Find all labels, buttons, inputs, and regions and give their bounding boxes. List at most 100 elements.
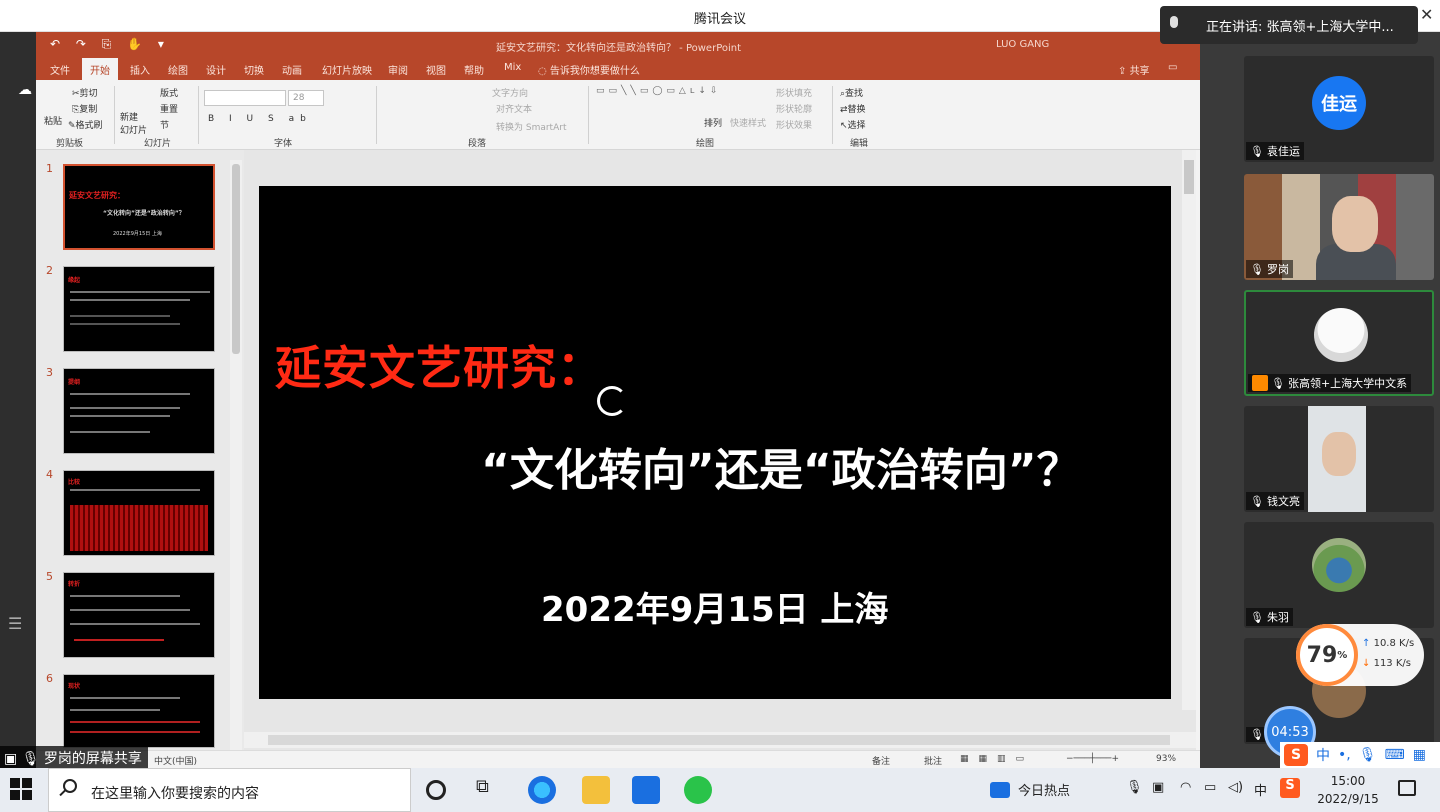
tell-me-box[interactable]: ◌ 告诉我你想要做什么	[538, 62, 640, 77]
language-status[interactable]: 中文(中国)	[154, 754, 197, 767]
slide-thumbnail-2[interactable]: 缘起	[63, 266, 215, 352]
tab-slideshow[interactable]: 幻灯片放映	[322, 62, 372, 77]
close-icon[interactable]: ✕	[1420, 5, 1433, 24]
tab-file[interactable]: 文件	[50, 62, 70, 77]
list-menu-icon[interactable]: ☰	[8, 614, 22, 633]
align-text-button[interactable]: 对齐文本	[496, 102, 532, 115]
taskbar-search-box[interactable]: 在这里输入你要搜索的内容	[48, 768, 411, 812]
replace-button[interactable]: ⇄替换	[840, 102, 866, 115]
thumb-title: 提纲	[68, 379, 81, 386]
task-view-icon[interactable]: ⧉	[476, 776, 504, 804]
tab-help[interactable]: 帮助	[464, 62, 484, 77]
tab-design[interactable]: 设计	[206, 62, 226, 77]
text-direction-button[interactable]: 文字方向	[492, 86, 528, 99]
participant-tile[interactable]: 🎙 朱羽	[1244, 522, 1434, 628]
user-name[interactable]: LUO GANG	[996, 39, 1049, 50]
mic-tray-icon[interactable]: 🎙	[1126, 780, 1143, 795]
tab-view[interactable]: 视图	[426, 62, 446, 77]
shape-fill-button[interactable]: 形状填充	[776, 86, 812, 99]
down-arrow-icon: ↓	[1362, 658, 1371, 669]
tray-app-icon[interactable]: ▣	[1152, 780, 1164, 795]
slide-thumbnail-5[interactable]: 转折	[63, 572, 215, 658]
comments-icon[interactable]: ▭	[1168, 62, 1177, 73]
battery-icon[interactable]: ▭	[1204, 780, 1216, 795]
tab-draw[interactable]: 绘图	[168, 62, 188, 77]
new-slide-button[interactable]: 新建 幻灯片	[120, 110, 150, 136]
slide-thumbnail-6[interactable]: 现状	[63, 674, 215, 748]
slide-title: 延安文艺研究：	[275, 341, 604, 395]
keyboard-icon[interactable]: ⌨	[1385, 747, 1405, 763]
quick-styles-button[interactable]: 快速样式	[730, 116, 766, 129]
cut-button[interactable]: ✂剪切	[72, 86, 98, 99]
ime-mode[interactable]: 中	[1316, 745, 1330, 765]
punctuation-icon[interactable]: •,	[1338, 747, 1351, 763]
download-unit: K/s	[1395, 658, 1411, 669]
tab-animations[interactable]: 动画	[282, 62, 302, 77]
smartart-button[interactable]: 转换为 SmartArt	[496, 120, 566, 133]
select-button[interactable]: ↖选择	[840, 118, 866, 131]
zoom-level[interactable]: 93%	[1156, 754, 1176, 764]
participant-tile-active[interactable]: 🎙 张高领+上海大学中文系	[1244, 290, 1434, 396]
tab-review[interactable]: 审阅	[388, 62, 408, 77]
paste-button[interactable]: 粘贴	[44, 114, 62, 127]
notification-center-icon[interactable]	[1398, 780, 1416, 796]
news-widget[interactable]: 今日热点	[990, 780, 1070, 799]
tencent-meeting-icon[interactable]	[632, 776, 660, 804]
slide-thumbnail-4[interactable]: 比较	[63, 470, 215, 556]
shapes-gallery[interactable]: ▭▭╲╲▭◯▭△ʟ↓⇩	[596, 86, 722, 96]
current-slide[interactable]: 延安文艺研究： “文化转向”还是“政治转向”？ 2022年9月15日 上海	[259, 186, 1171, 699]
slide-number: 4	[46, 468, 53, 481]
system-clock[interactable]: 15:00 2022/9/15	[1312, 772, 1384, 808]
volume-icon[interactable]: ◁)	[1228, 780, 1243, 795]
tab-home[interactable]: 开始	[82, 58, 118, 80]
horizontal-scrollbar[interactable]	[244, 732, 1196, 748]
toolbox-icon[interactable]: ▦	[1413, 747, 1426, 763]
replace-label: 替换	[847, 105, 866, 115]
notes-button[interactable]: 备注	[872, 754, 890, 767]
edge-browser-icon[interactable]	[528, 776, 556, 804]
find-button[interactable]: ⌕查找	[840, 86, 863, 99]
thumb-title: 延安文艺研究：	[69, 191, 125, 200]
powerpoint-title-bar: ↶ ↷ ⎘ ✋ ▾ 延安文艺研究：文化转向还是政治转向？ - PowerPoin…	[36, 32, 1200, 58]
tab-insert[interactable]: 插入	[130, 62, 150, 77]
sogou-tray-icon[interactable]: S	[1280, 778, 1300, 798]
windows-start-icon[interactable]	[10, 778, 32, 800]
thumbnail-scrollbar[interactable]	[230, 160, 242, 750]
font-format-buttons[interactable]: B I U S ab	[208, 114, 312, 124]
thumb-title: 缘起	[68, 277, 81, 284]
share-button[interactable]: ⇪ 共享	[1118, 62, 1150, 77]
wechat-icon[interactable]	[684, 776, 712, 804]
speaking-banner[interactable]: 正在讲话: 张高领+上海大学中...	[1160, 6, 1418, 44]
participant-tile[interactable]: 🎙 罗岗	[1244, 174, 1434, 280]
view-buttons[interactable]: ▦▦▥▭	[960, 754, 1034, 764]
shape-outline-button[interactable]: 形状轮廓	[776, 102, 812, 115]
font-size-box[interactable]: 28	[288, 90, 324, 106]
slide-thumbnail-1[interactable]: 延安文艺研究： “文化转向”还是“政治转向”？ 2022年9月15日 上海	[63, 164, 215, 250]
slide-thumbnail-3[interactable]: 提纲	[63, 368, 215, 454]
shape-effects-button[interactable]: 形状效果	[776, 118, 812, 131]
arrange-button[interactable]: 排列	[704, 116, 722, 129]
thumb-title: 现状	[68, 683, 81, 690]
participant-tile[interactable]: 🎙 钱文亮	[1244, 406, 1434, 512]
network-speed-widget[interactable]: 79% ↑ 10.8 K/s ↓ 113 K/s	[1296, 624, 1424, 686]
layout-button[interactable]: 版式	[160, 86, 178, 99]
format-painter-button[interactable]: ✎格式刷	[68, 118, 103, 131]
zoom-slider[interactable]: −───┼───+	[1066, 754, 1119, 764]
copy-button[interactable]: ⎘复制	[72, 102, 97, 115]
comments-button[interactable]: 批注	[924, 754, 942, 767]
section-button[interactable]: 节	[160, 118, 169, 131]
quick-access-toolbar[interactable]: ↶ ↷ ⎘ ✋ ▾	[50, 37, 170, 52]
participant-tile[interactable]: 佳运 🎙 袁佳运	[1244, 56, 1434, 162]
cortana-icon[interactable]	[426, 780, 446, 800]
vertical-scrollbar[interactable]	[1182, 150, 1196, 710]
mic-icon: 🎙	[1250, 262, 1264, 276]
reset-button[interactable]: 重置	[160, 102, 178, 115]
tab-transitions[interactable]: 切换	[244, 62, 264, 77]
tab-mix[interactable]: Mix	[504, 62, 521, 73]
voice-input-icon[interactable]: 🎙	[1359, 747, 1377, 763]
font-name-box[interactable]	[204, 90, 286, 106]
ime-language-indicator[interactable]: 中	[1254, 780, 1267, 799]
ime-toolbar[interactable]: S 中 •, 🎙 ⌨ ▦	[1280, 742, 1440, 768]
file-explorer-icon[interactable]	[582, 776, 610, 804]
wifi-icon[interactable]: ◠	[1180, 780, 1191, 795]
